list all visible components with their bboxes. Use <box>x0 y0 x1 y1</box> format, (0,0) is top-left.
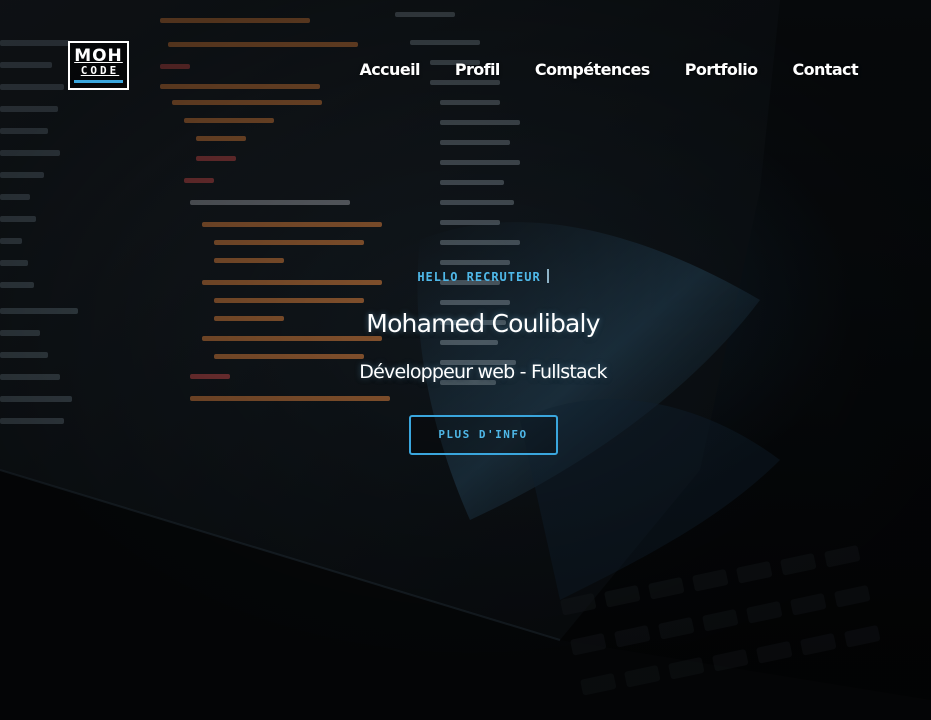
typing-cursor-icon <box>546 269 549 283</box>
hero-role: Développeur web - Fullstack <box>359 361 607 383</box>
site-logo[interactable]: MOH CODE <box>68 41 129 90</box>
logo-text-bottom: CODE <box>80 64 120 77</box>
hero-section: MOH CODE Accueil Profil Compétences Port… <box>0 0 931 720</box>
nav-item-profil[interactable]: Profil <box>455 60 501 80</box>
logo-text-top: MOH <box>74 46 123 66</box>
nav-item-competences[interactable]: Compétences <box>535 60 650 80</box>
more-info-button[interactable]: PLUS D'INFO <box>408 415 558 455</box>
hero-eyebrow: HELLO RECRUTEUR <box>417 270 541 284</box>
nav-item-portfolio[interactable]: Portfolio <box>685 60 758 80</box>
hero-content: HELLO RECRUTEUR Mohamed Coulibaly Dévelo… <box>0 268 931 455</box>
hero-name: Mohamed Coulibaly <box>366 309 600 338</box>
nav-item-accueil[interactable]: Accueil <box>360 60 421 80</box>
nav-item-contact[interactable]: Contact <box>792 60 858 80</box>
logo-underline <box>74 80 123 83</box>
main-nav: Accueil Profil Compétences Portfolio Con… <box>360 60 859 80</box>
